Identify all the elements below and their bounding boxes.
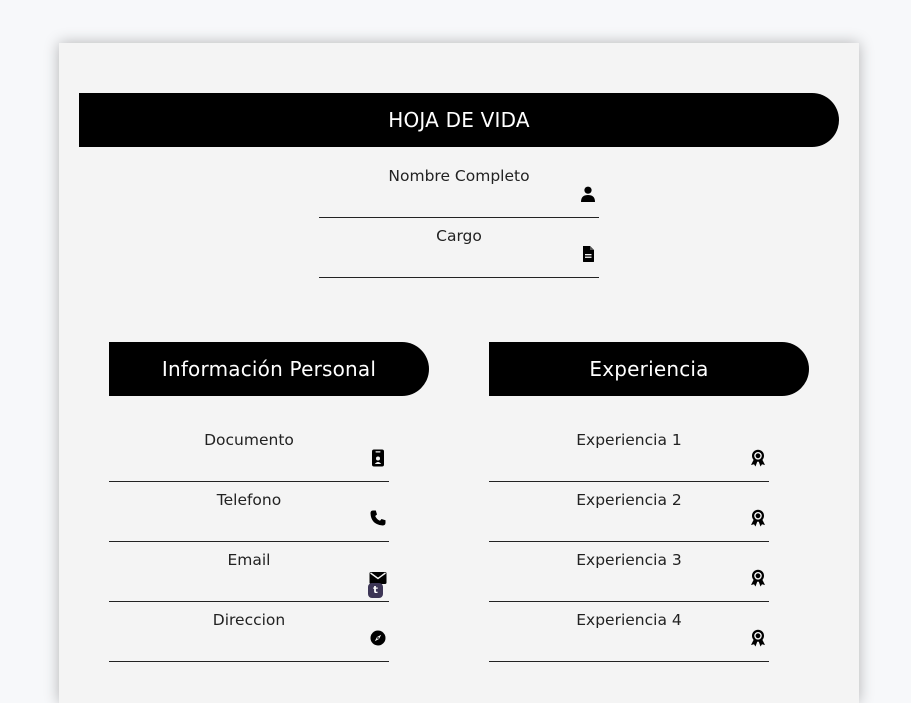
email-field[interactable]: Email t — [109, 541, 389, 602]
experience-3-field[interactable]: Experiencia 3 — [489, 541, 769, 602]
experience-banner: Experiencia — [489, 342, 809, 396]
full-name-field[interactable]: Nombre Completo — [319, 157, 599, 218]
position-field[interactable]: Cargo — [319, 217, 599, 278]
experience-2-field[interactable]: Experiencia 2 — [489, 481, 769, 542]
experience-4-label: Experiencia 4 — [576, 611, 682, 629]
award-icon — [749, 569, 767, 587]
position-label: Cargo — [436, 227, 482, 245]
user-icon — [579, 185, 597, 203]
phone-label: Telefono — [216, 491, 282, 509]
experience-2-label: Experiencia 2 — [576, 491, 682, 509]
award-icon — [749, 449, 767, 467]
personal-info-title: Información Personal — [161, 357, 377, 381]
experience-4-field[interactable]: Experiencia 4 — [489, 601, 769, 662]
experience-3-label: Experiencia 3 — [576, 551, 682, 569]
phone-field[interactable]: Telefono — [109, 481, 389, 542]
email-label: Email — [227, 551, 271, 569]
phone-icon — [369, 509, 387, 527]
document-icon — [579, 245, 597, 263]
resume-card: HOJA DE VIDA Nombre Completo Cargo Infor… — [59, 43, 859, 703]
compass-icon — [369, 629, 387, 647]
resume-title-banner: HOJA DE VIDA — [79, 93, 839, 147]
document-field[interactable]: Documento — [109, 421, 389, 482]
personal-info-banner: Información Personal — [109, 342, 429, 396]
award-icon — [749, 509, 767, 527]
resume-title: HOJA DE VIDA — [388, 108, 530, 132]
award-icon — [749, 629, 767, 647]
full-name-label: Nombre Completo — [388, 167, 530, 185]
experience-title: Experiencia — [589, 357, 709, 381]
address-field[interactable]: Direccion — [109, 601, 389, 662]
experience-1-field[interactable]: Experiencia 1 — [489, 421, 769, 482]
document-label: Documento — [204, 431, 294, 449]
id-card-icon — [369, 449, 387, 467]
address-label: Direccion — [212, 611, 286, 629]
extension-badge[interactable]: t — [368, 583, 383, 598]
experience-1-label: Experiencia 1 — [576, 431, 682, 449]
